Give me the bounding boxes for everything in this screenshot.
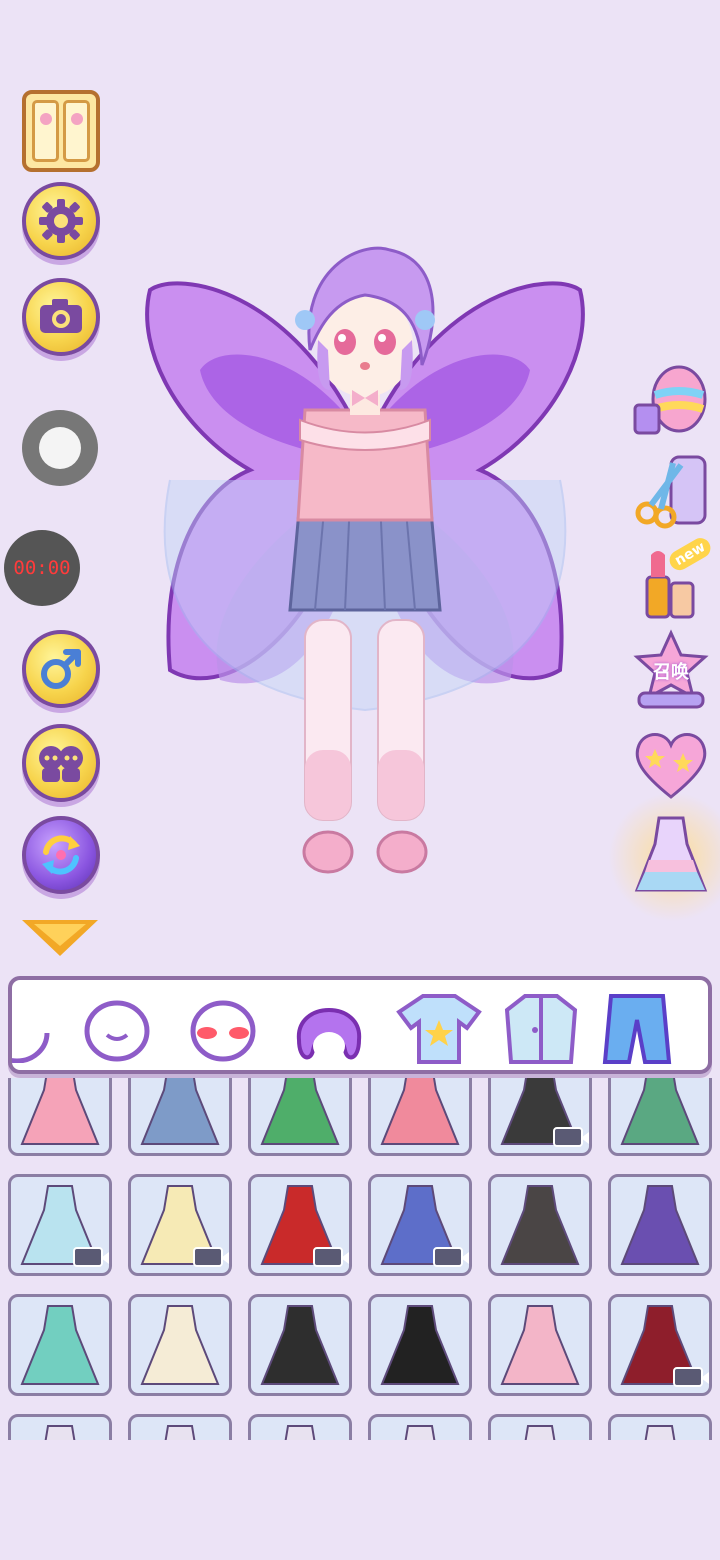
video-ad-icon (73, 1247, 109, 1267)
hair-icon (296, 1008, 362, 1060)
pants-icon (602, 994, 672, 1064)
outfit-card[interactable] (8, 1414, 112, 1440)
male-symbol-icon (41, 649, 81, 689)
gender-button[interactable] (22, 630, 100, 708)
category-face-shape[interactable] (12, 988, 62, 1068)
outfit-card[interactable] (8, 1174, 112, 1276)
shuffle-icon (42, 835, 80, 875)
outfit-thumbnail (140, 1078, 220, 1145)
item-grid (0, 1078, 720, 1440)
outfit-card[interactable] (248, 1174, 352, 1276)
outfit-thumbnail (620, 1185, 700, 1265)
video-ad-icon (193, 1247, 229, 1267)
outfit-thumbnail (644, 1425, 676, 1440)
outfit-card[interactable] (608, 1174, 712, 1276)
outfit-card[interactable] (368, 1414, 472, 1440)
category-bottoms[interactable] (592, 988, 682, 1068)
outfit-card[interactable] (488, 1174, 592, 1276)
outfit-card[interactable] (248, 1294, 352, 1396)
outfit-thumbnail (44, 1425, 76, 1440)
outfit-card[interactable] (608, 1414, 712, 1440)
face-shape-icon (12, 1032, 50, 1063)
video-ad-icon (553, 1127, 589, 1147)
outfit-card[interactable] (8, 1078, 112, 1156)
dress-shop-icon (634, 816, 708, 892)
outfit-thumbnail (164, 1425, 196, 1440)
character-stage (140, 230, 590, 890)
chevron-down-icon[interactable] (22, 920, 98, 956)
summon-label: 召唤 (653, 662, 689, 683)
more-icon (707, 990, 712, 1066)
category-blush[interactable] (178, 988, 268, 1068)
cosmetics-button[interactable]: new (628, 534, 715, 626)
blush-icon (190, 1000, 256, 1062)
outfit-card[interactable] (488, 1414, 592, 1440)
outfit-card[interactable] (368, 1078, 472, 1156)
outfit-thumbnail (140, 1305, 220, 1385)
outfit-thumbnail (260, 1305, 340, 1385)
outfit-thumbnail (20, 1305, 100, 1385)
category-more[interactable] (682, 988, 712, 1068)
outfit-card[interactable] (488, 1294, 592, 1396)
outfit-thumbnail (380, 1078, 460, 1145)
outfit-card[interactable] (608, 1078, 712, 1156)
outfit-card[interactable] (368, 1174, 472, 1276)
gear-icon (39, 199, 83, 243)
outfit-thumbnail (500, 1185, 580, 1265)
category-outerwear[interactable] (496, 988, 586, 1068)
outfit-thumbnail (620, 1078, 700, 1145)
dress-shop-button[interactable] (608, 792, 720, 922)
category-face[interactable] (72, 988, 162, 1068)
outfit-card[interactable] (128, 1414, 232, 1440)
outfit-thumbnail (404, 1425, 436, 1440)
right-toolbar: new 召唤 (608, 340, 720, 922)
outfit-card[interactable] (248, 1078, 352, 1156)
couple-button[interactable] (22, 724, 100, 802)
category-bar (8, 976, 712, 1074)
wardrobe-door-right (63, 100, 90, 162)
character-avatar (145, 246, 585, 874)
outfit-card[interactable] (608, 1294, 712, 1396)
record-button[interactable] (22, 410, 98, 486)
couple-icon (39, 746, 83, 782)
settings-button[interactable] (22, 182, 100, 260)
makeup-button[interactable] (628, 354, 714, 440)
heart-stars-icon (635, 733, 707, 799)
outfit-card[interactable] (128, 1294, 232, 1396)
tshirt-icon (396, 994, 482, 1064)
randomize-button[interactable] (22, 816, 100, 894)
left-toolbar: 00:00 (0, 0, 120, 970)
makeup-egg-icon (633, 365, 707, 435)
hairstyle-button[interactable] (628, 448, 714, 534)
wardrobe-door-left (32, 100, 59, 162)
outfit-card[interactable] (488, 1078, 592, 1156)
outfit-thumbnail (20, 1078, 100, 1145)
video-ad-icon (673, 1367, 709, 1387)
video-ad-icon (313, 1247, 349, 1267)
jacket-icon (504, 994, 578, 1064)
scissors-icon (635, 455, 707, 529)
face-icon (84, 1000, 150, 1062)
outfit-thumbnail (380, 1305, 460, 1385)
video-ad-icon (433, 1247, 469, 1267)
outfit-thumbnail (284, 1425, 316, 1440)
outfit-card[interactable] (128, 1174, 232, 1276)
outfit-thumbnail (500, 1305, 580, 1385)
outfit-card[interactable] (368, 1294, 472, 1396)
outfit-card[interactable] (248, 1414, 352, 1440)
outfit-thumbnail (260, 1078, 340, 1145)
camera-button[interactable] (22, 278, 100, 356)
camera-icon (40, 299, 82, 333)
record-icon (39, 427, 81, 469)
record-timer: 00:00 (4, 530, 80, 606)
outfit-card[interactable] (8, 1294, 112, 1396)
wardrobe-icon[interactable] (22, 90, 100, 172)
summon-button[interactable]: 召唤 (628, 628, 714, 714)
category-hair[interactable] (284, 988, 374, 1068)
outfit-card[interactable] (128, 1078, 232, 1156)
outfit-thumbnail (524, 1425, 556, 1440)
category-tops[interactable] (394, 988, 484, 1068)
